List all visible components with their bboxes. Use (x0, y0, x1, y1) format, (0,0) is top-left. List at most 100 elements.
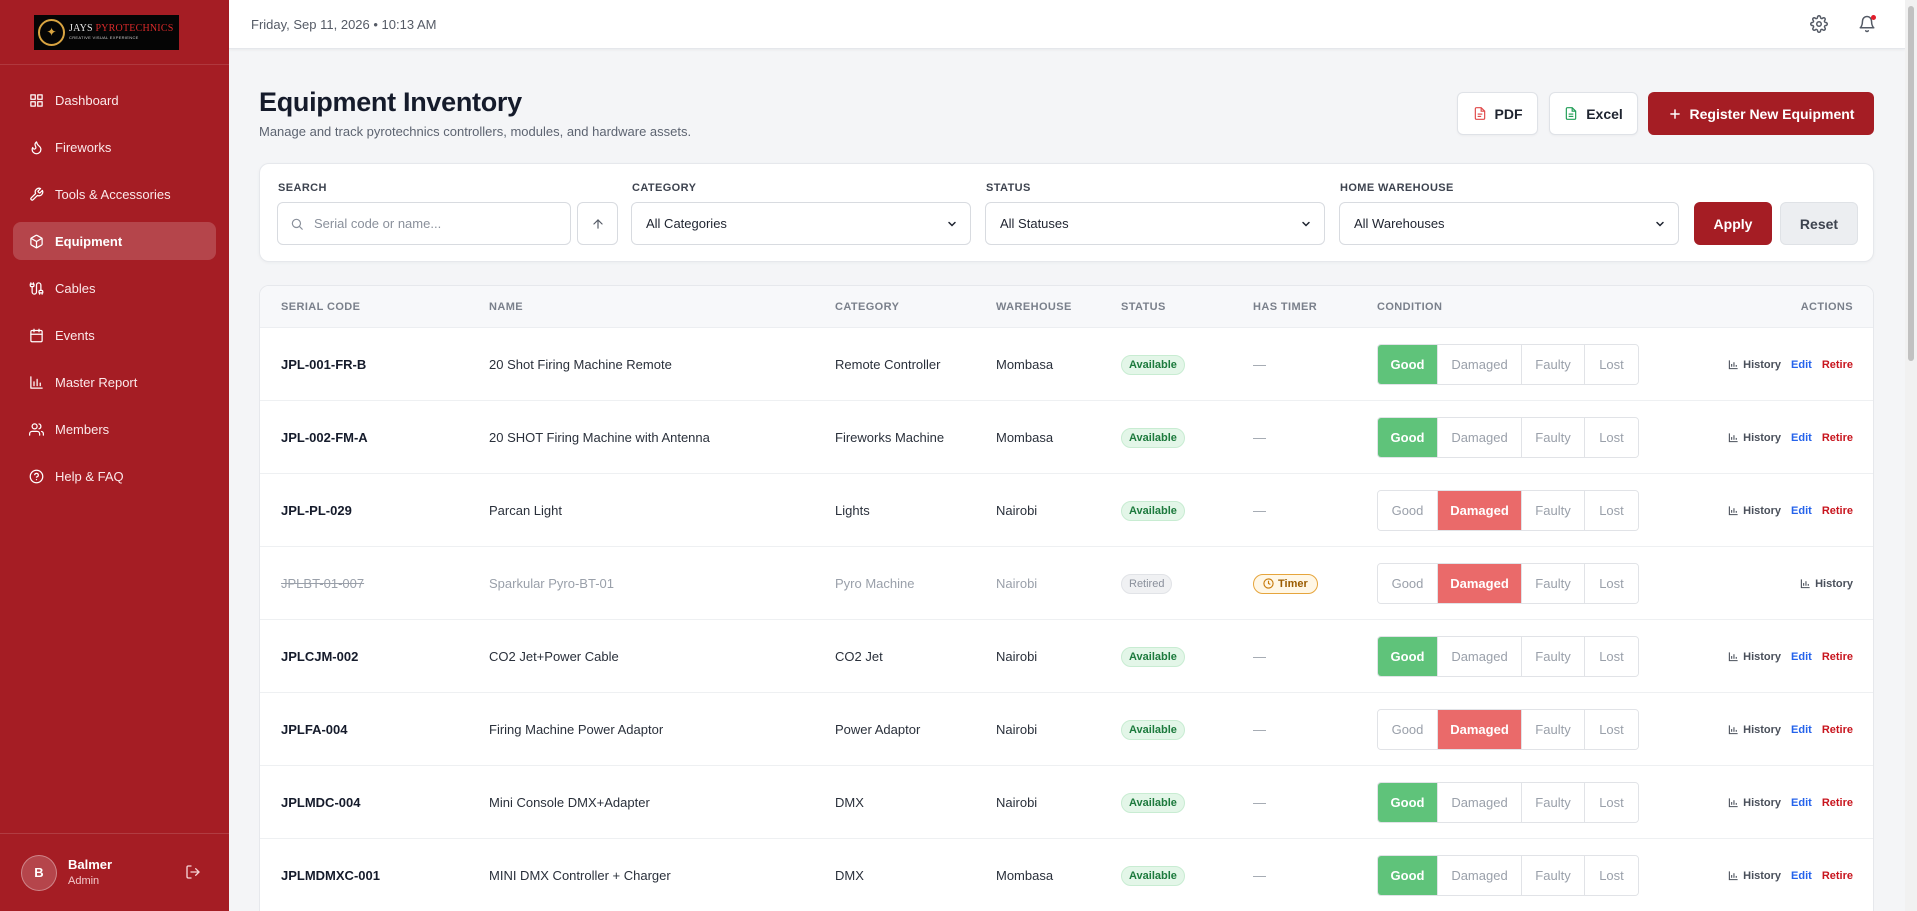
condition-good-button[interactable]: Good (1378, 564, 1438, 603)
condition-lost-button[interactable]: Lost (1585, 710, 1638, 749)
condition-good-button[interactable]: Good (1378, 418, 1438, 457)
chevron-down-icon (948, 221, 956, 227)
edit-link[interactable]: Edit (1791, 505, 1812, 517)
history-link[interactable]: History (1728, 505, 1781, 517)
sidebar-item-fireworks[interactable]: Fireworks (13, 128, 216, 166)
export-pdf-button[interactable]: PDF (1457, 92, 1538, 135)
history-link[interactable]: History (1728, 797, 1781, 809)
export-excel-button[interactable]: Excel (1549, 92, 1638, 135)
apply-button[interactable]: Apply (1694, 202, 1772, 245)
condition-lost-button[interactable]: Lost (1585, 637, 1638, 676)
history-link[interactable]: History (1728, 724, 1781, 736)
logout-icon[interactable] (185, 864, 201, 880)
avatar[interactable]: B (21, 854, 57, 891)
sidebar-item-members[interactable]: Members (13, 410, 216, 448)
edit-link[interactable]: Edit (1791, 870, 1812, 882)
condition-damaged-button[interactable]: Damaged (1438, 637, 1522, 676)
history-link[interactable]: History (1728, 651, 1781, 663)
table-row[interactable]: JPLFA-004 Firing Machine Power Adaptor Pow… (260, 693, 1873, 766)
col-serial[interactable]: SERIAL CODE (281, 301, 360, 313)
retire-link[interactable]: Retire (1822, 870, 1853, 882)
retire-link[interactable]: Retire (1822, 724, 1853, 736)
retire-link[interactable]: Retire (1822, 359, 1853, 371)
retire-link[interactable]: Retire (1822, 505, 1853, 517)
condition-damaged-button[interactable]: Damaged (1438, 783, 1522, 822)
condition-damaged-button[interactable]: Damaged (1438, 418, 1522, 457)
edit-link[interactable]: Edit (1791, 651, 1812, 663)
sidebar-item-label: Members (55, 421, 110, 437)
condition-lost-button[interactable]: Lost (1585, 345, 1638, 384)
condition-damaged-button[interactable]: Damaged (1438, 345, 1522, 384)
page-scrollbar[interactable] (1905, 0, 1917, 911)
sidebar-item-dashboard[interactable]: Dashboard (13, 81, 216, 119)
condition-damaged-button[interactable]: Damaged (1438, 856, 1522, 895)
condition-damaged-button[interactable]: Damaged (1438, 564, 1522, 603)
register-equipment-button[interactable]: Register New Equipment (1648, 92, 1874, 135)
settings-gear-icon[interactable] (1810, 15, 1828, 33)
condition-good-button[interactable]: Good (1378, 345, 1438, 384)
condition-faulty-button[interactable]: Faulty (1522, 491, 1585, 530)
condition-faulty-button[interactable]: Faulty (1522, 783, 1585, 822)
condition-faulty-button[interactable]: Faulty (1522, 345, 1585, 384)
history-link[interactable]: History (1728, 870, 1781, 882)
condition-faulty-button[interactable]: Faulty (1522, 418, 1585, 457)
sidebar-item-master-report[interactable]: Master Report (13, 363, 216, 401)
table-row[interactable]: JPLMDMXC-001 MINI DMX Controller + Charge… (260, 839, 1873, 911)
condition-toggle: Good Damaged Faulty Lost (1377, 344, 1639, 385)
condition-faulty-button[interactable]: Faulty (1522, 564, 1585, 603)
col-category[interactable]: CATEGORY (835, 301, 899, 313)
condition-good-button[interactable]: Good (1378, 710, 1438, 749)
equipment-warehouse: Nairobi (996, 503, 1038, 518)
status-select[interactable]: All Statuses (985, 202, 1325, 245)
table-row[interactable]: JPL-002-FM-A 20 SHOT Firing Machine with … (260, 401, 1873, 474)
condition-lost-button[interactable]: Lost (1585, 856, 1638, 895)
condition-damaged-button[interactable]: Damaged (1438, 710, 1522, 749)
sidebar-item-equipment[interactable]: Equipment (13, 222, 216, 260)
history-link[interactable]: History (1728, 359, 1781, 371)
retire-link[interactable]: Retire (1822, 432, 1853, 444)
sort-direction-button[interactable] (577, 202, 618, 245)
condition-faulty-button[interactable]: Faulty (1522, 637, 1585, 676)
warehouse-select[interactable]: All Warehouses (1339, 202, 1679, 245)
notification-bell[interactable] (1858, 15, 1876, 33)
col-timer[interactable]: HAS TIMER (1253, 301, 1317, 313)
condition-good-button[interactable]: Good (1378, 491, 1438, 530)
edit-link[interactable]: Edit (1791, 432, 1812, 444)
edit-link[interactable]: Edit (1791, 797, 1812, 809)
retire-link[interactable]: Retire (1822, 797, 1853, 809)
col-warehouse[interactable]: WAREHOUSE (996, 301, 1072, 313)
scrollbar-thumb[interactable] (1908, 6, 1914, 361)
col-name[interactable]: NAME (489, 301, 523, 313)
table-row[interactable]: JPL-001-FR-B 20 Shot Firing Machine Remot… (260, 328, 1873, 401)
col-condition[interactable]: CONDITION (1377, 301, 1442, 313)
sidebar-item-cables[interactable]: Cables (13, 269, 216, 307)
condition-good-button[interactable]: Good (1378, 637, 1438, 676)
warehouse-value: All Warehouses (1354, 216, 1445, 231)
condition-lost-button[interactable]: Lost (1585, 491, 1638, 530)
history-link[interactable]: History (1728, 432, 1781, 444)
search-input[interactable]: Serial code or name... (277, 202, 571, 245)
edit-link[interactable]: Edit (1791, 724, 1812, 736)
retire-link[interactable]: Retire (1822, 651, 1853, 663)
condition-good-button[interactable]: Good (1378, 856, 1438, 895)
sidebar-item-events[interactable]: Events (13, 316, 216, 354)
col-status[interactable]: STATUS (1121, 301, 1166, 313)
condition-faulty-button[interactable]: Faulty (1522, 856, 1585, 895)
condition-good-button[interactable]: Good (1378, 783, 1438, 822)
sidebar-item-help-faq[interactable]: Help & FAQ (13, 457, 216, 495)
table-row[interactable]: JPLBT-01-007 Sparkular Pyro-BT-01 Pyro Mac… (260, 547, 1873, 620)
edit-link[interactable]: Edit (1791, 359, 1812, 371)
condition-lost-button[interactable]: Lost (1585, 783, 1638, 822)
table-row[interactable]: JPLCJM-002 CO2 Jet+Power Cable CO2 Jet Nair… (260, 620, 1873, 693)
category-select[interactable]: All Categories (631, 202, 971, 245)
history-link[interactable]: History (1800, 578, 1853, 590)
sidebar-item-tools-accessories[interactable]: Tools & Accessories (13, 175, 216, 213)
condition-damaged-button[interactable]: Damaged (1438, 491, 1522, 530)
reset-button[interactable]: Reset (1780, 202, 1858, 245)
table-row[interactable]: JPL-PL-029 Parcan Light Lights Nairobi Avail… (260, 474, 1873, 547)
table-row[interactable]: JPLMDC-004 Mini Console DMX+Adapter DMX Nai… (260, 766, 1873, 839)
condition-lost-button[interactable]: Lost (1585, 564, 1638, 603)
brand-logo[interactable]: ✦ JAYS PYROTECHNICS CREATIVE VISUAL EXPE… (34, 14, 179, 50)
condition-lost-button[interactable]: Lost (1585, 418, 1638, 457)
condition-faulty-button[interactable]: Faulty (1522, 710, 1585, 749)
